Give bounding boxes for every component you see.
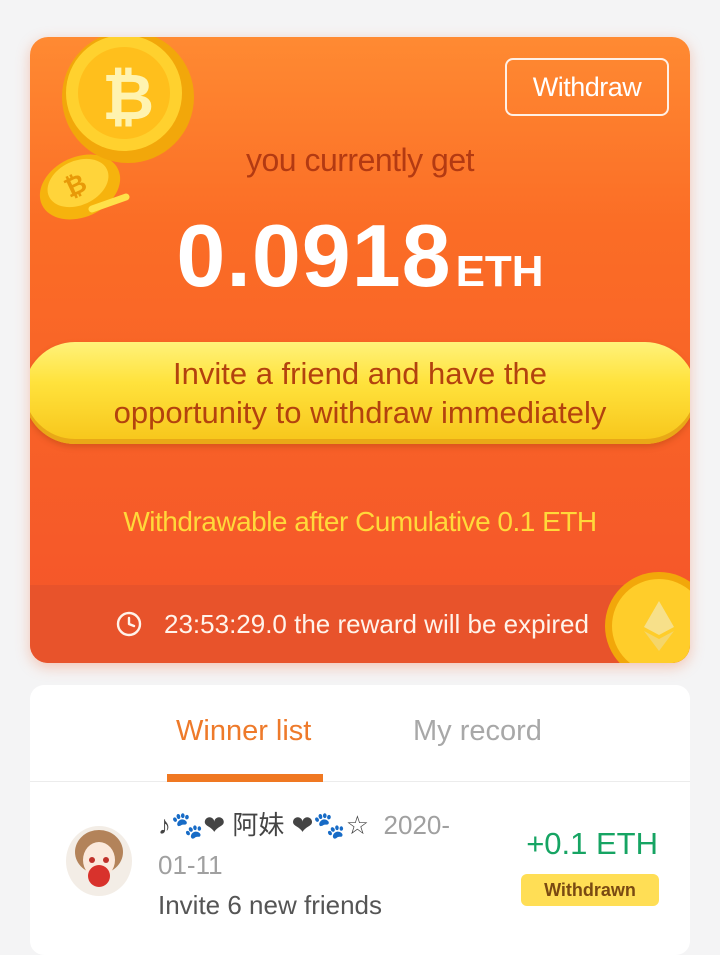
winner-date-line-1: 2020- — [383, 810, 451, 840]
withdraw-button[interactable]: Withdraw — [505, 58, 669, 116]
winner-nickname: ♪🐾❤ 阿妹 ❤🐾☆ — [158, 810, 370, 840]
winner-date-line-2: 01-11 — [158, 850, 223, 880]
list-item: ♪🐾❤ 阿妹 ❤🐾☆ 2020- 01-11 Invite 6 new frien… — [30, 782, 690, 952]
tab-bar: Winner list My record — [30, 685, 690, 782]
ethereum-coin-icon — [605, 572, 690, 663]
reward-amount: +0.1 ETH — [526, 826, 658, 861]
earnings-amount: 0.0918ETH — [30, 205, 690, 307]
active-tab-indicator — [167, 774, 323, 782]
amount-unit: ETH — [455, 247, 544, 296]
winner-name: ♪🐾❤ 阿妹 ❤🐾☆ 2020- 01-11 — [158, 805, 498, 885]
tab-winner-list[interactable]: Winner list — [176, 715, 311, 748]
expiry-text: 23:53:29.0 the reward will be expired — [164, 608, 589, 639]
records-panel: Winner list My record ♪🐾❤ 阿妹 ❤🐾☆ 2020- 01… — [30, 685, 690, 955]
avatar — [66, 826, 132, 896]
invite-friend-button[interactable]: Invite a friend and have the opportunity… — [30, 342, 690, 444]
invite-button-line-1: Invite a friend and have the — [173, 356, 547, 391]
amount-value: 0.0918 — [176, 206, 452, 305]
tab-my-record[interactable]: My record — [413, 715, 542, 748]
winner-description: Invite 6 new friends — [158, 890, 383, 920]
withdraw-threshold-text: Withdrawable after Cumulative 0.1 ETH — [123, 506, 597, 537]
clock-icon — [116, 611, 142, 637]
svg-text:₿: ₿ — [102, 61, 154, 135]
current-earnings-label: you currently get — [245, 142, 475, 178]
status-badge: Withdrawn — [521, 874, 659, 906]
expiry-bar: 23:53:29.0 the reward will be expired — [30, 585, 690, 663]
invite-button-line-2: opportunity to withdraw immediately — [113, 395, 607, 430]
earnings-card: ₿ ₿ Withdraw you currently get 0.0918ETH… — [30, 37, 690, 663]
